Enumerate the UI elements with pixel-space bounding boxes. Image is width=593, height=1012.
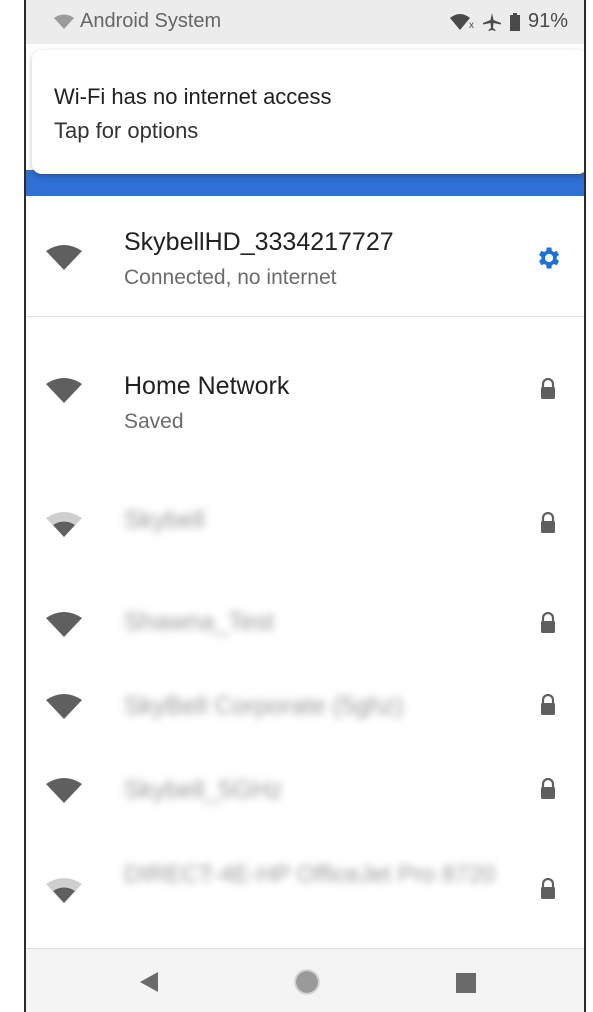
wifi-signal-weak-icon [46,878,82,909]
network-settings-gear-icon[interactable] [534,244,562,277]
lock-icon [540,877,556,905]
wifi-network-name: Skybell [124,506,205,534]
wifi-network-name: DIRECT-4E-HP OfficeJet Pro 8720 [124,861,496,888]
connected-network-row[interactable]: SkybellHD_3334217727 Connected, no inter… [26,200,584,316]
back-icon[interactable] [138,971,160,998]
notification-title: Wi-Fi has no internet access [54,84,332,109]
wifi-signal-icon [46,612,82,643]
wifi-network-name: SkyBell Corporate (5ghz) [124,692,404,720]
connected-network-status: Connected, no internet [124,266,337,289]
battery-icon [509,12,520,31]
wifi-network-row[interactable]: Shawna_Test [26,592,584,662]
lock-icon [540,377,556,405]
wifi-network-row[interactable]: Home Network Saved [26,350,584,450]
wifi-notification-icon [54,14,74,30]
wifi-signal-icon [46,245,82,276]
lock-icon [540,611,556,639]
status-bar: Android System x 91% [26,0,584,44]
no-internet-notification[interactable]: Wi-Fi has no internet access Tap for opt… [32,50,584,174]
wifi-signal-weak-icon [46,512,82,543]
wifi-network-row[interactable]: Skybell_5GHz [26,760,584,830]
lock-icon [540,511,556,539]
wifi-network-name: Skybell_5GHz [124,776,283,804]
wifi-network-name: Home Network [124,372,290,400]
wifi-signal-icon [46,378,82,409]
wifi-network-name: Shawna_Test [124,608,275,636]
wifi-no-internet-icon: x [449,13,474,31]
wifi-signal-icon [46,694,82,725]
list-divider [26,316,584,317]
notification-subtitle: Tap for options [54,118,199,143]
status-right: x 91% [449,10,568,33]
svg-text:x: x [469,20,474,31]
wifi-signal-icon [46,778,82,809]
notification-source-app: Android System [80,10,222,32]
phone-screen: Android System x 91% Wi-Fi has no intern… [24,0,586,1012]
lock-icon [540,693,556,721]
navigation-bar [26,948,584,1012]
wifi-network-status: Saved [124,410,184,433]
wifi-network-row[interactable]: DIRECT-4E-HP OfficeJet Pro 8720 [26,848,584,938]
airplane-mode-icon [482,12,502,32]
home-icon[interactable] [294,969,320,1000]
wifi-network-row[interactable]: Skybell [26,490,584,560]
lock-icon [540,777,556,805]
battery-percentage: 91% [527,10,568,32]
connected-network-name: SkybellHD_3334217727 [124,228,394,256]
recent-apps-icon[interactable] [456,973,476,998]
wifi-network-row[interactable]: SkyBell Corporate (5ghz) [26,676,584,746]
status-left: Android System [54,10,221,33]
